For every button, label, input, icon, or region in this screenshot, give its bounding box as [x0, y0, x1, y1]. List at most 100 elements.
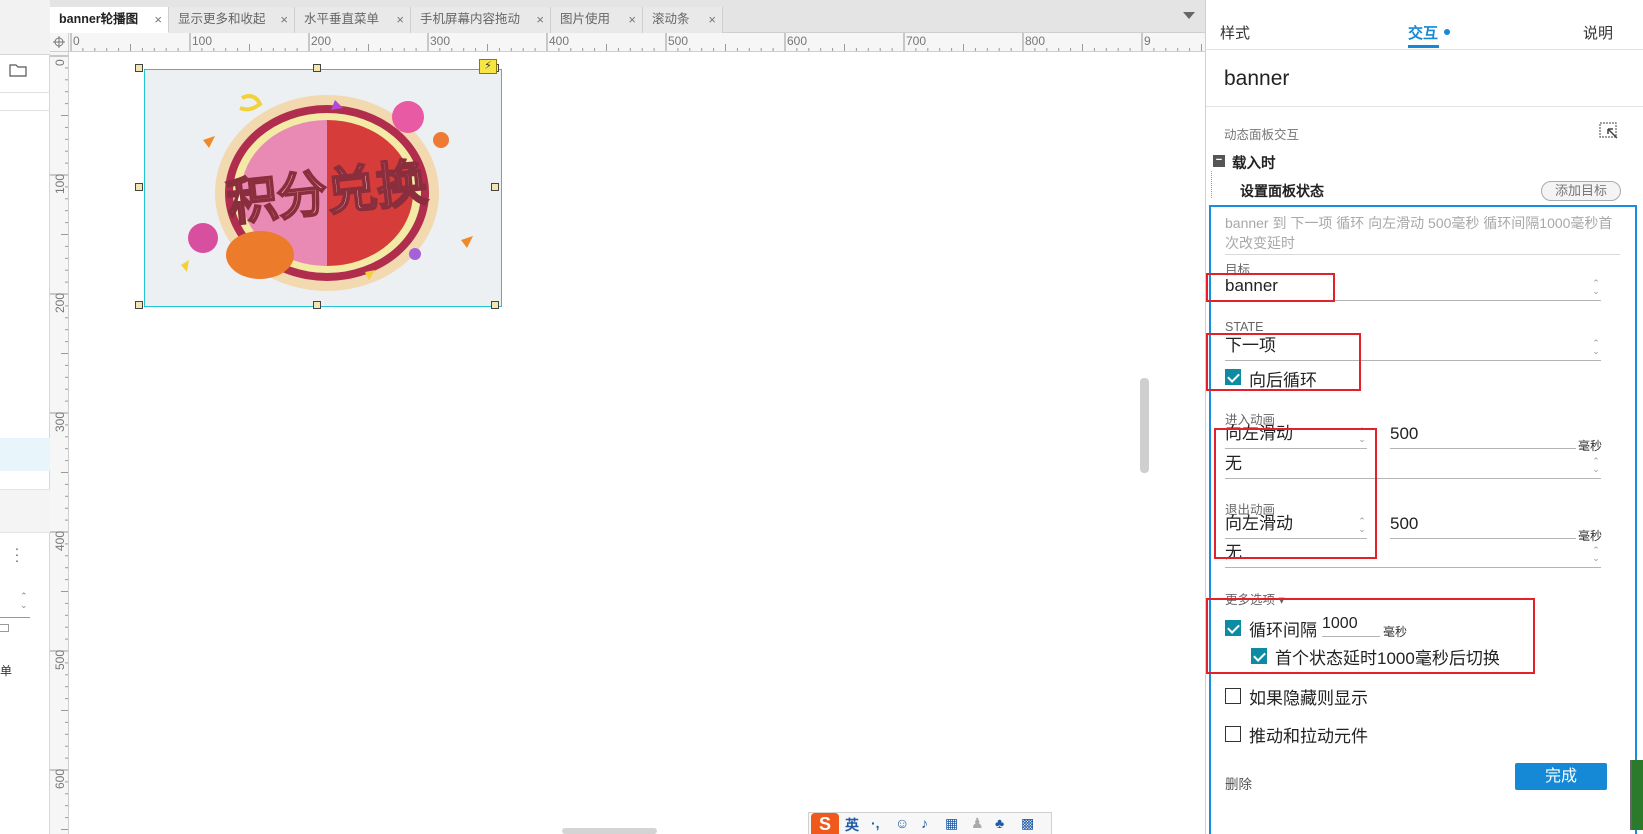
- divider: [0, 92, 50, 93]
- tab-scrollbar[interactable]: 滚动条 ×: [643, 7, 723, 33]
- show-if-hidden-checkbox[interactable]: [1225, 688, 1241, 704]
- tab-list-dropdown-icon[interactable]: [1183, 12, 1195, 19]
- ruler-label: 600: [787, 34, 808, 48]
- divider: [1206, 106, 1643, 107]
- tab-images[interactable]: 图片使用 ×: [551, 7, 643, 33]
- ruler-label: 300: [430, 34, 451, 48]
- state-label: STATE: [1225, 320, 1264, 334]
- select-target-icon[interactable]: [1599, 122, 1619, 139]
- ruler-label: 0: [73, 34, 80, 48]
- tab-interaction[interactable]: 交互: [1408, 22, 1438, 43]
- ruler-label: 100: [53, 173, 67, 194]
- resize-handle[interactable]: [491, 301, 499, 309]
- canvas-vertical-scrollbar[interactable]: [1140, 378, 1149, 473]
- ruler-label: 200: [53, 292, 67, 313]
- close-icon[interactable]: ×: [280, 8, 288, 32]
- close-icon[interactable]: ×: [708, 8, 716, 32]
- annotation-box-animation: [1214, 428, 1377, 559]
- ruler-label: 500: [53, 649, 67, 670]
- interaction-indicator-dot: [1444, 29, 1450, 35]
- ruler-label: 400: [53, 530, 67, 551]
- punctuation-icon[interactable]: ·,: [871, 815, 880, 831]
- window-scrollbar[interactable]: [1630, 760, 1643, 830]
- done-button[interactable]: 完成: [1515, 763, 1607, 790]
- ruler-label: 300: [53, 411, 67, 432]
- banner-image: 积分兑换: [181, 94, 473, 291]
- ime-toolbar: S 英 ·, ☺ ♪ ▦ ♟ ♣ ▩: [808, 812, 1052, 834]
- ruler-label: 9: [1144, 34, 1151, 48]
- left-panel-strip: ··· ⌃⌄ 菜单: [0, 0, 50, 834]
- resize-handle[interactable]: [135, 64, 143, 72]
- close-icon[interactable]: ×: [396, 8, 404, 32]
- enter-duration-input[interactable]: 500: [1390, 421, 1576, 449]
- action-editor: banner 到 下一项 循环 向左滑动 500毫秒 循环间隔1000毫秒首次改…: [1206, 205, 1637, 834]
- close-icon[interactable]: ×: [628, 8, 636, 32]
- action-set-panel-state[interactable]: 设置面板状态: [1240, 181, 1324, 201]
- exit-duration-input[interactable]: 500: [1390, 511, 1576, 539]
- crosshair-icon: [53, 36, 65, 48]
- ruler-label: 200: [311, 34, 332, 48]
- ruler-origin[interactable]: [50, 33, 69, 52]
- horizontal-ruler: 0 100 200 300 400 500 600 700 800 9: [50, 33, 1205, 52]
- push-pull-checkbox[interactable]: [1225, 726, 1241, 742]
- widget-name[interactable]: banner: [1224, 67, 1289, 91]
- annotation-box-target: [1206, 273, 1335, 302]
- microphone-icon[interactable]: ♪: [921, 815, 928, 831]
- divider: [1225, 254, 1620, 255]
- tab-banner[interactable]: banner轮播图 ×: [50, 7, 169, 33]
- annotation-box-loop-interval: [1206, 598, 1535, 674]
- banner-dynamic-panel[interactable]: 积分兑换: [144, 69, 502, 307]
- resize-handle[interactable]: [135, 301, 143, 309]
- interaction-lightning-icon[interactable]: ⚡: [479, 59, 497, 74]
- folder-icon[interactable]: [9, 63, 27, 77]
- inspector-panel: 样式 交互 说明 banner 动态面板交互 − 载入时 设置面板状态 添加目标…: [1205, 0, 1643, 834]
- emoji-icon[interactable]: ☺: [895, 815, 909, 831]
- divider: [0, 110, 50, 111]
- user-icon[interactable]: ♟: [971, 815, 984, 832]
- ruler-label: 100: [192, 34, 213, 48]
- ruler-label: 600: [53, 768, 67, 789]
- skin-icon[interactable]: ♣: [995, 815, 1004, 831]
- vertical-ruler: 0 100 200 300 400 500 600: [50, 52, 69, 834]
- resize-handle[interactable]: [313, 301, 321, 309]
- tab-mobile-drag[interactable]: 手机屏幕内容拖动 ×: [411, 7, 551, 33]
- ime-logo[interactable]: S: [811, 813, 839, 834]
- tab-menu[interactable]: 水平垂直菜单 ×: [295, 7, 411, 33]
- updown-icon: ⌃ ⌄: [1592, 545, 1600, 563]
- tab-label: 滚动条: [652, 12, 690, 26]
- chevron-updown-icon: ⌃ ⌄: [20, 591, 28, 610]
- ime-mode[interactable]: 英: [845, 815, 859, 834]
- event-onload[interactable]: 载入时: [1232, 152, 1276, 173]
- left-label: 菜单: [0, 664, 13, 678]
- annotation-box-state: [1206, 333, 1361, 391]
- resize-handle[interactable]: [491, 183, 499, 191]
- grid-icon[interactable]: ▩: [1021, 815, 1034, 832]
- more-options-icon[interactable]: · · ·: [14, 541, 20, 567]
- tab-notes[interactable]: 说明: [1583, 22, 1613, 43]
- add-target-button[interactable]: 添加目标: [1541, 181, 1621, 201]
- resize-handle[interactable]: [135, 183, 143, 191]
- delete-link[interactable]: 删除: [1225, 773, 1252, 793]
- selected-page-row[interactable]: [0, 438, 50, 471]
- ruler-label: 700: [906, 34, 927, 48]
- inspector-tabs: 样式 交互 说明: [1206, 0, 1643, 50]
- tab-show-more[interactable]: 显示更多和收起 ×: [169, 7, 295, 33]
- resize-handle[interactable]: [313, 64, 321, 72]
- show-if-hidden-label: 如果隐藏则显示: [1249, 689, 1368, 708]
- left-panel-header: [0, 0, 50, 55]
- ruler-label: 800: [1025, 34, 1046, 48]
- action-description: banner 到 下一项 循环 向左滑动 500毫秒 循环间隔1000毫秒首次改…: [1225, 215, 1613, 251]
- document-tab-bar: banner轮播图 × 显示更多和收起 × 水平垂直菜单 × 手机屏幕内容拖动 …: [50, 0, 1205, 33]
- tab-style[interactable]: 样式: [1220, 22, 1250, 43]
- canvas-horizontal-scrollbar[interactable]: [562, 828, 657, 834]
- design-canvas[interactable]: 积分兑换 ⚡: [70, 53, 1205, 834]
- updown-icon: ⌃ ⌄: [1592, 278, 1600, 296]
- tab-label: 显示更多和收起: [178, 12, 266, 26]
- collapse-icon[interactable]: −: [1213, 155, 1225, 167]
- small-box-icon: [0, 624, 9, 632]
- tab-label: 图片使用: [560, 12, 611, 26]
- close-icon[interactable]: ×: [154, 8, 162, 32]
- active-tab-underline: [1408, 45, 1439, 48]
- close-icon[interactable]: ×: [536, 8, 544, 32]
- keyboard-icon[interactable]: ▦: [945, 815, 958, 832]
